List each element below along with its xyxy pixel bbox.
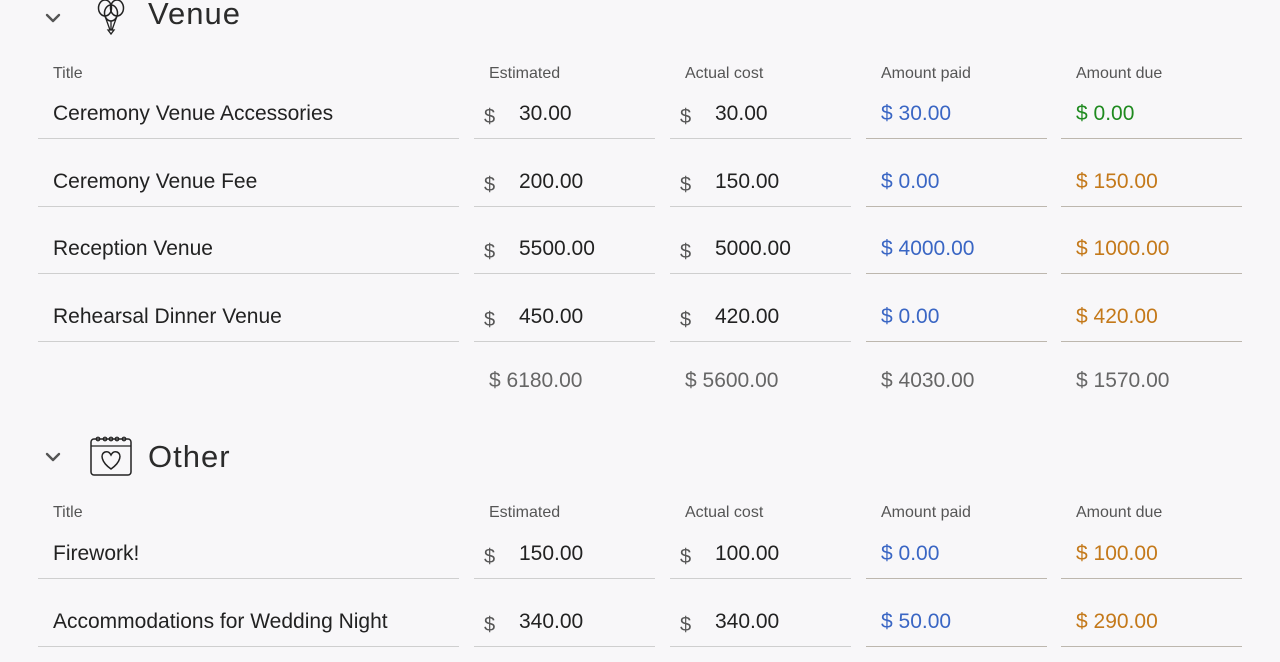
estimated-field[interactable]: $150.00 xyxy=(474,534,655,579)
amount-due-value: $ 100.00 xyxy=(1061,534,1242,579)
title-field[interactable]: Reception Venue xyxy=(38,229,459,274)
section-header[interactable]: Other xyxy=(0,434,600,478)
estimated-field[interactable]: $340.00 xyxy=(474,602,655,647)
col-estimated-label: Estimated xyxy=(489,65,561,82)
amount-paid-field[interactable]: $ 30.00 xyxy=(866,94,1047,139)
total-due: $ 1570.00 xyxy=(1076,369,1170,392)
amount-paid-field[interactable]: $ 50.00 xyxy=(866,602,1047,647)
estimated-field[interactable]: $450.00 xyxy=(474,297,655,342)
total-estimated: $ 6180.00 xyxy=(489,369,583,392)
estimated-field[interactable]: $5500.00 xyxy=(474,229,655,274)
title-field[interactable]: Ceremony Venue Fee xyxy=(38,162,459,207)
actual-cost-field[interactable]: $420.00 xyxy=(670,297,851,342)
title-field[interactable]: Firework! xyxy=(38,534,459,579)
col-paid-label: Amount paid xyxy=(881,504,971,521)
estimated-field[interactable]: $200.00 xyxy=(474,162,655,207)
amount-due-value: $ 150.00 xyxy=(1061,162,1242,207)
table-row: Rehearsal Dinner Venue $450.00 $420.00 $… xyxy=(0,297,1280,357)
title-field[interactable]: Rehearsal Dinner Venue xyxy=(38,297,459,342)
actual-cost-field[interactable]: $5000.00 xyxy=(670,229,851,274)
amount-due-value: $ 420.00 xyxy=(1061,297,1242,342)
col-actual-label: Actual cost xyxy=(685,504,764,521)
col-actual-label: Actual cost xyxy=(685,65,764,82)
total-actual: $ 5600.00 xyxy=(685,369,779,392)
chevron-down-icon[interactable] xyxy=(42,446,64,468)
table-row: Ceremony Venue Accessories $30.00 $30.00… xyxy=(0,94,1280,154)
total-paid: $ 4030.00 xyxy=(881,369,975,392)
section-header[interactable]: Venue xyxy=(0,0,600,40)
amount-paid-field[interactable]: $ 4000.00 xyxy=(866,229,1047,274)
table-row: Reception Venue $5500.00 $5000.00 $ 4000… xyxy=(0,229,1280,289)
amount-paid-field[interactable]: $ 0.00 xyxy=(866,534,1047,579)
calendar-heart-icon xyxy=(90,436,132,476)
col-due-label: Amount due xyxy=(1076,65,1163,82)
col-due-label: Amount due xyxy=(1076,504,1163,521)
col-title-label: Title xyxy=(53,65,83,82)
col-estimated-label: Estimated xyxy=(489,504,561,521)
amount-due-value: $ 290.00 xyxy=(1061,602,1242,647)
amount-paid-field[interactable]: $ 0.00 xyxy=(866,297,1047,342)
balloons-icon xyxy=(97,0,125,36)
chevron-down-icon[interactable] xyxy=(42,7,64,29)
actual-cost-field[interactable]: $340.00 xyxy=(670,602,851,647)
table-row: Accommodations for Wedding Night $340.00… xyxy=(0,602,1280,662)
table-row: Firework! $150.00 $100.00 $ 0.00 $ 100.0… xyxy=(0,534,1280,594)
amount-paid-field[interactable]: $ 0.00 xyxy=(866,162,1047,207)
amount-due-value: $ 0.00 xyxy=(1061,94,1242,139)
section-title: Other xyxy=(148,439,231,474)
actual-cost-field[interactable]: $30.00 xyxy=(670,94,851,139)
actual-cost-field[interactable]: $150.00 xyxy=(670,162,851,207)
section-title: Venue xyxy=(148,0,241,31)
table-row: Ceremony Venue Fee $200.00 $150.00 $ 0.0… xyxy=(0,162,1280,222)
col-title-label: Title xyxy=(53,504,83,521)
title-field[interactable]: Accommodations for Wedding Night xyxy=(38,602,459,647)
amount-due-value: $ 1000.00 xyxy=(1061,229,1242,274)
actual-cost-field[interactable]: $100.00 xyxy=(670,534,851,579)
col-paid-label: Amount paid xyxy=(881,65,971,82)
estimated-field[interactable]: $30.00 xyxy=(474,94,655,139)
title-field[interactable]: Ceremony Venue Accessories xyxy=(38,94,459,139)
